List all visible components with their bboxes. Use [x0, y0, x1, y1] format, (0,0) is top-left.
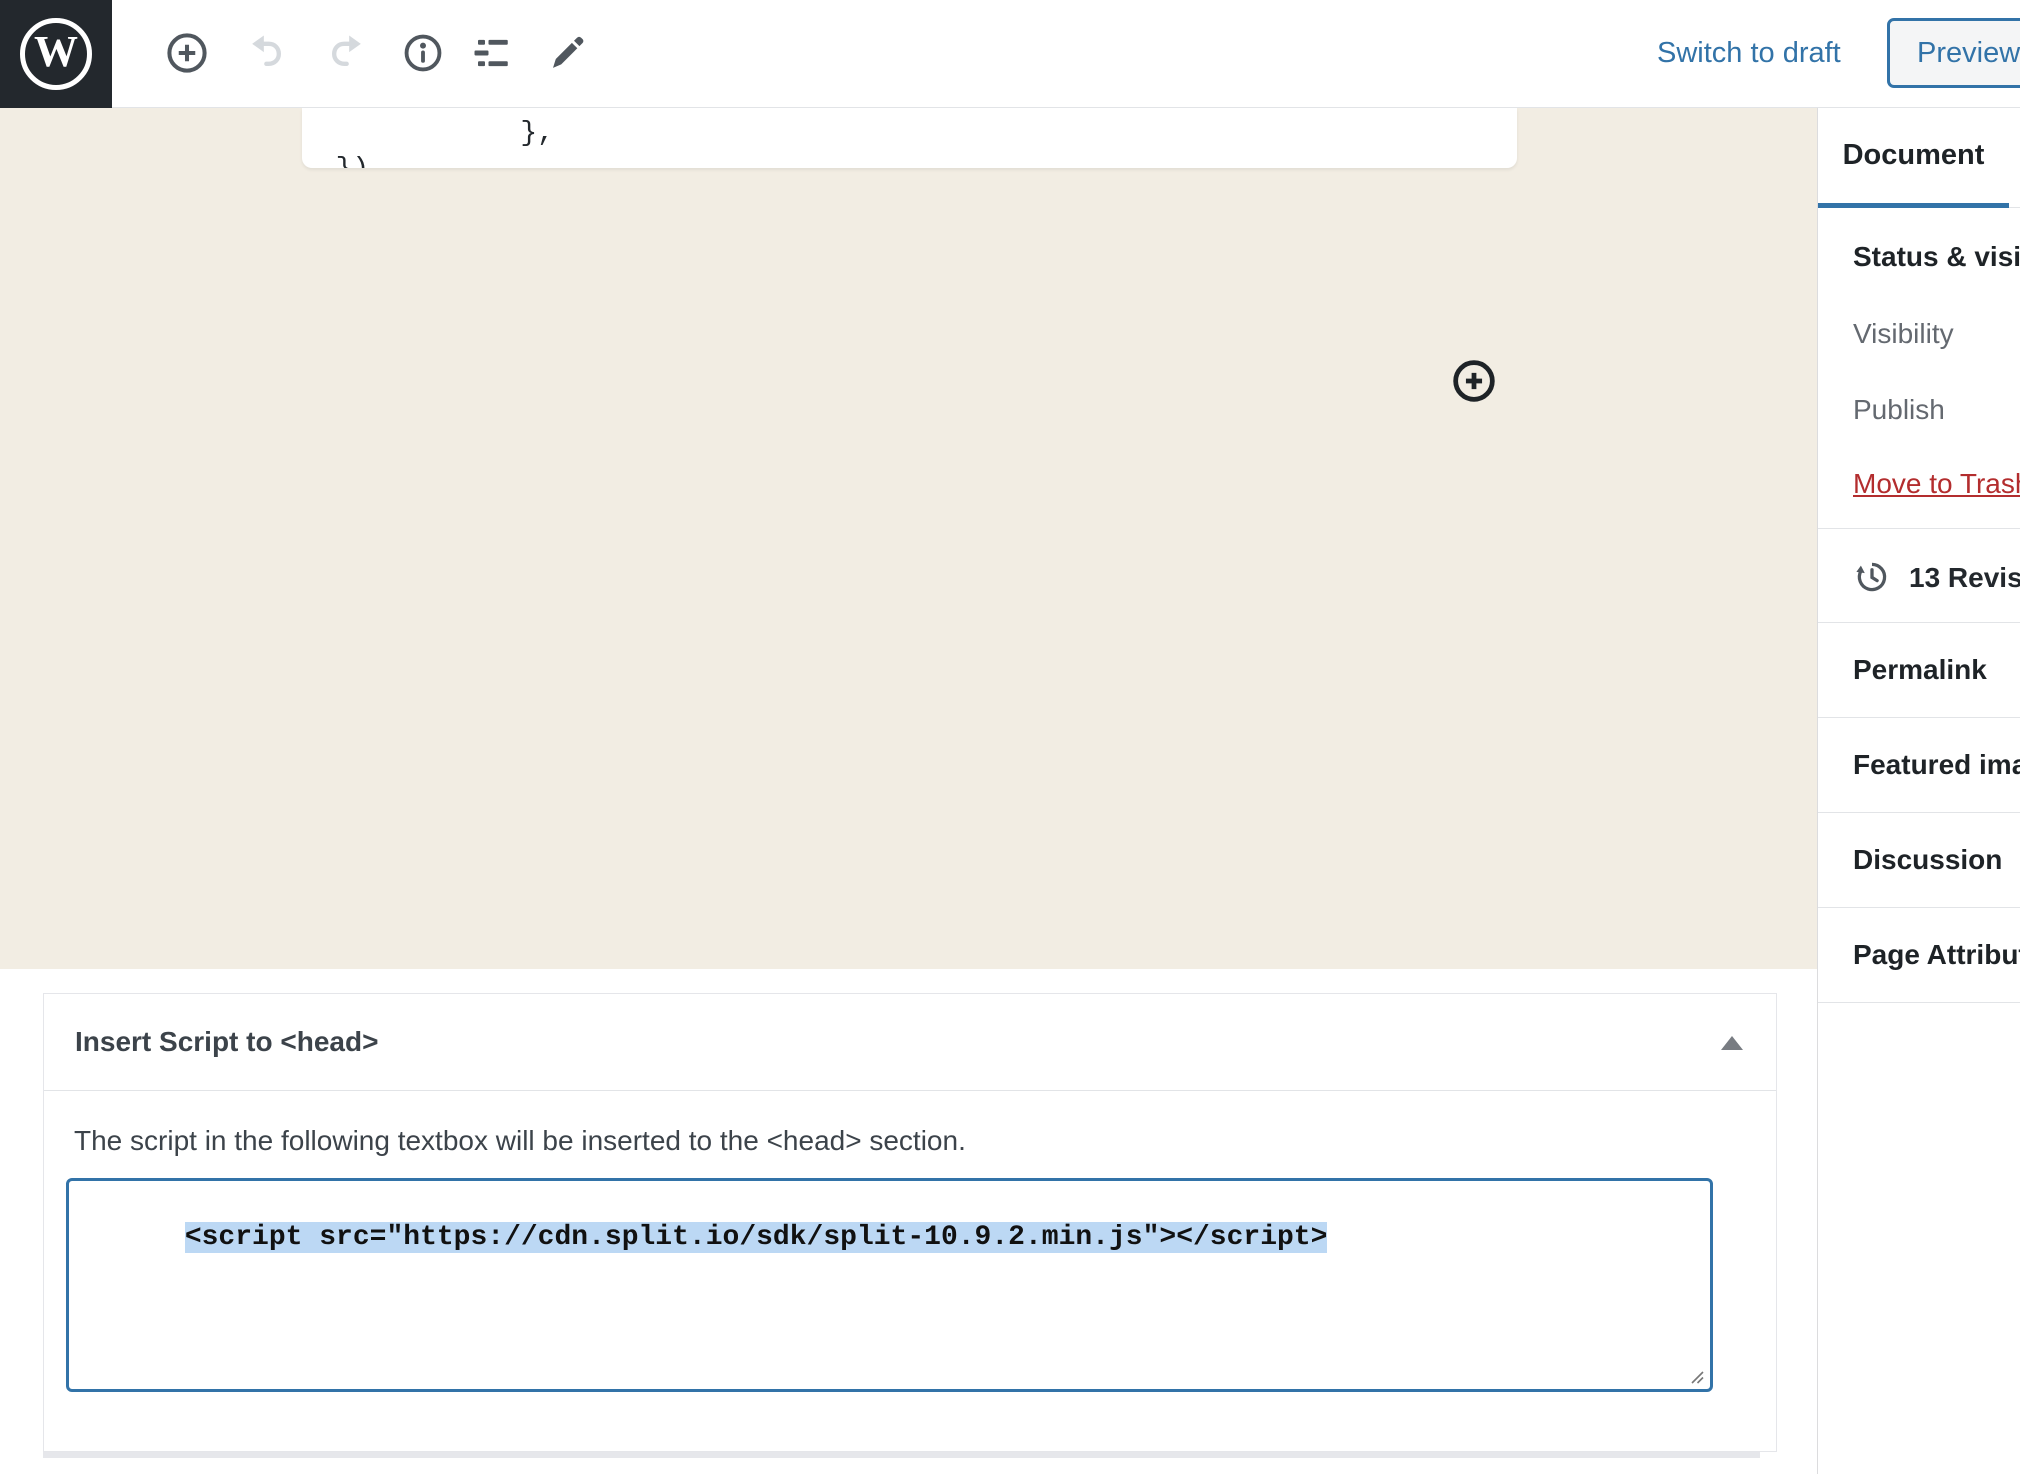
undo-button[interactable] — [244, 29, 292, 77]
revisions-label: 13 Revisions — [1909, 562, 2020, 594]
panel-discussion[interactable]: Discussion — [1818, 813, 2020, 908]
edit-pencil-icon — [546, 32, 588, 74]
wordpress-logo-icon: W — [20, 18, 92, 90]
panel-featured-image[interactable]: Featured image — [1818, 718, 2020, 813]
code-line: }, — [302, 118, 554, 149]
panel-title: Page Attributes — [1853, 939, 2020, 971]
block-inserter-plus-icon — [1452, 359, 1496, 403]
metabox-description: The script in the following textbox will… — [74, 1125, 966, 1157]
metabox-header[interactable]: Insert Script to <head> — [44, 994, 1776, 1091]
code-line: }) — [302, 154, 369, 168]
redo-button[interactable] — [321, 29, 369, 77]
metabox-title: Insert Script to <head> — [75, 1026, 378, 1058]
script-textarea-value: <script src="https://cdn.split.io/sdk/sp… — [185, 1222, 1328, 1253]
panel-page-attributes[interactable]: Page Attributes — [1818, 908, 2020, 1003]
next-metabox-divider — [43, 1452, 1760, 1458]
panel-title: Featured image — [1853, 749, 2020, 781]
edit-mode-button[interactable] — [543, 29, 591, 77]
status-visibility-title[interactable]: Status & visibility — [1853, 241, 2020, 273]
editor-canvas: }, }) — [0, 108, 1817, 969]
tab-document[interactable]: Document — [1818, 108, 2009, 208]
add-block-icon — [165, 31, 209, 75]
switch-to-draft-link[interactable]: Switch to draft — [1657, 37, 1841, 70]
info-icon — [402, 32, 444, 74]
block-inserter-button[interactable] — [1452, 359, 1496, 403]
add-block-button[interactable] — [163, 29, 211, 77]
panel-title: Discussion — [1853, 844, 2002, 876]
move-to-trash-link[interactable]: Move to Trash — [1853, 468, 2020, 500]
code-block[interactable]: }, }) — [302, 108, 1517, 168]
settings-sidebar: Document Status & visibility Visibility … — [1817, 108, 2020, 1474]
content-structure-button[interactable] — [399, 29, 447, 77]
collapse-triangle-icon[interactable] — [1721, 1036, 1743, 1050]
sidebar-tab-bar: Document — [1818, 108, 2020, 208]
script-textarea[interactable]: <script src="https://cdn.split.io/sdk/sp… — [66, 1178, 1713, 1392]
preview-button[interactable]: Preview — [1887, 18, 2020, 88]
undo-icon — [248, 33, 288, 73]
revisions-button[interactable]: 13 Revisions — [1818, 529, 2020, 623]
metabox-area: Insert Script to <head> The script in th… — [0, 969, 1817, 1474]
visibility-label: Visibility — [1853, 318, 1954, 350]
list-view-icon — [471, 32, 513, 74]
insert-script-metabox: Insert Script to <head> The script in th… — [43, 993, 1777, 1452]
editor-top-bar: W — [0, 0, 2020, 108]
history-clock-icon — [1854, 559, 1890, 595]
redo-icon — [325, 33, 365, 73]
list-view-button[interactable] — [468, 29, 516, 77]
textarea-resize-handle[interactable] — [1685, 1365, 1705, 1385]
panel-permalink[interactable]: Permalink — [1818, 623, 2020, 718]
panel-title: Permalink — [1853, 654, 1987, 686]
publish-label: Publish — [1853, 394, 1945, 426]
wordpress-logo-button[interactable]: W — [0, 0, 112, 108]
